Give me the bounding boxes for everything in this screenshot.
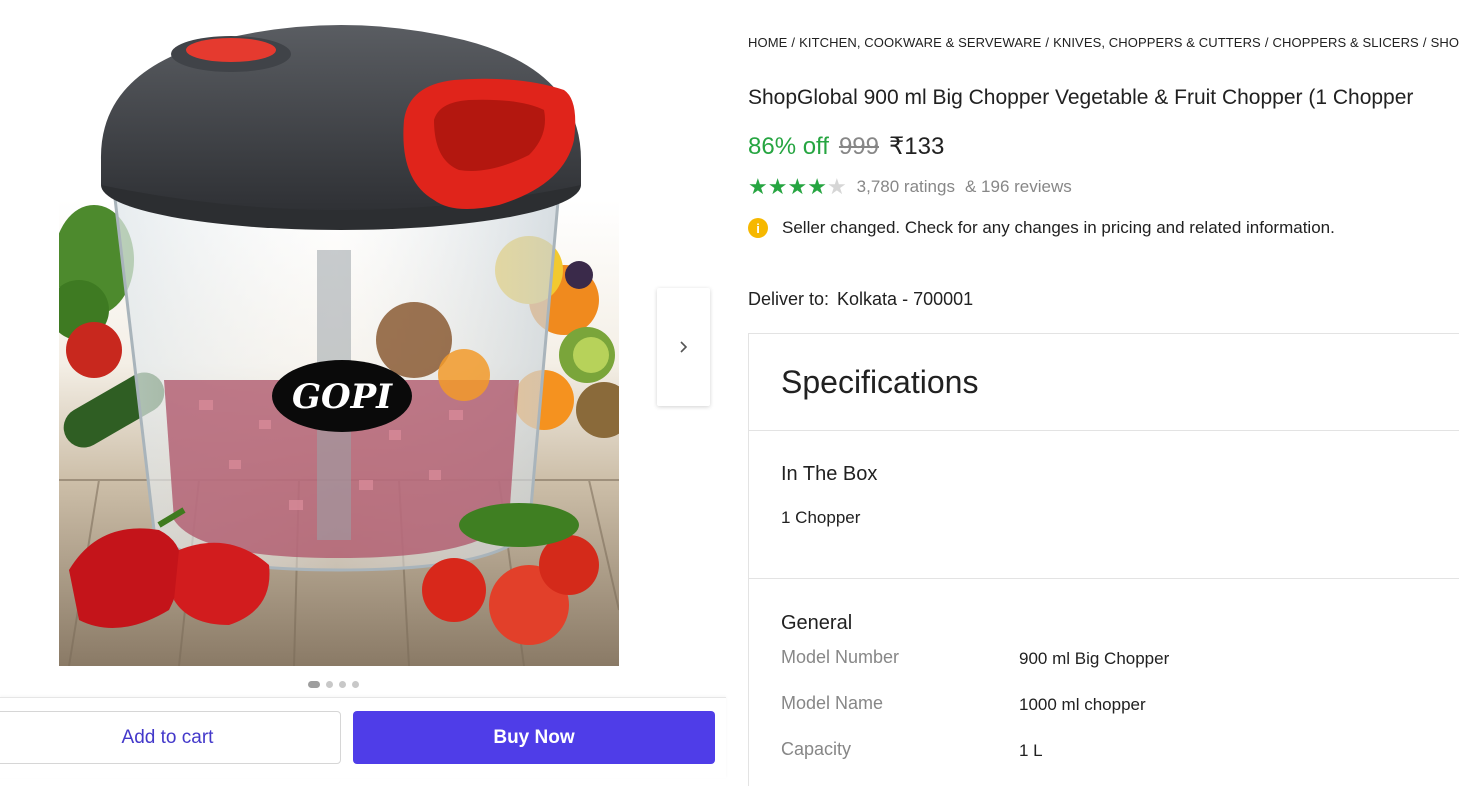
specifications-heading: Specifications — [749, 334, 1459, 431]
deliver-label: Deliver to: — [748, 289, 830, 309]
carousel-dot[interactable] — [339, 681, 346, 688]
product-image[interactable]: GOPI — [59, 10, 619, 666]
ratings-count[interactable]: 3,780 ratings — [857, 177, 955, 197]
action-bar: Add to cart Buy Now — [0, 697, 726, 778]
seller-notice: i Seller changed. Check for any changes … — [748, 218, 1335, 238]
star-empty-icon: ★ — [826, 174, 847, 199]
spec-table: Model Number 900 ml Big Chopper Model Na… — [781, 643, 1459, 781]
star-filled-icon: ★ — [807, 174, 827, 199]
spec-section-title: In The Box — [781, 463, 878, 485]
spec-key: Model Number — [781, 647, 900, 667]
spec-key: Capacity — [781, 739, 852, 759]
specifications-card: Specifications In The Box 1 Chopper Gene… — [748, 333, 1459, 786]
deliver-location-value[interactable]: Kolkata - 700001 — [837, 289, 973, 309]
carousel-dot[interactable] — [326, 681, 333, 688]
spec-row: Model Name 1000 ml chopper — [781, 689, 1459, 735]
spec-section-general: General Model Number 900 ml Big Chopper … — [749, 579, 1459, 781]
breadcrumb-knives[interactable]: KNIVES, CHOPPERS & CUTTERS — [1053, 35, 1261, 50]
breadcrumb-kitchen[interactable]: KITCHEN, COOKWARE & SERVEWARE — [799, 35, 1041, 50]
brand-logo-text: GOPI — [292, 377, 393, 417]
selling-price: ₹133 — [889, 133, 945, 160]
spec-row: Model Number 900 ml Big Chopper — [781, 643, 1459, 689]
spec-key: Model Name — [781, 693, 884, 713]
price-row: 86% off 999 ₹133 — [748, 132, 944, 161]
mrp-price: 999 — [838, 133, 879, 160]
product-title: ShopGlobal 900 ml Big Chopper Vegetable … — [748, 86, 1414, 109]
spec-value: 1 L — [1019, 741, 1043, 760]
spec-section-in-the-box: In The Box 1 Chopper — [749, 431, 1459, 579]
star-rating: ★ ★ ★ ★ ★ — [748, 176, 847, 198]
rating-row: ★ ★ ★ ★ ★ 3,780 ratings & 196 reviews — [748, 176, 1072, 198]
spec-value: 1000 ml chopper — [1019, 695, 1146, 714]
spec-value: 1 Chopper — [781, 508, 861, 527]
chevron-right-icon — [679, 341, 687, 353]
product-details: HOME / KITCHEN, COOKWARE & SERVEWARE / KNIVE… — [748, 0, 1459, 786]
breadcrumb-home[interactable]: HOME — [748, 35, 787, 50]
star-filled-icon: ★ — [748, 174, 768, 199]
next-image-button[interactable] — [657, 288, 710, 406]
notice-text: Seller changed. Check for any changes in… — [782, 218, 1335, 237]
info-icon: i — [748, 218, 768, 238]
breadcrumb: HOME / KITCHEN, COOKWARE & SERVEWARE / KNIVE… — [748, 35, 1459, 50]
spec-section-title: General — [781, 612, 853, 634]
spec-value: 900 ml Big Chopper — [1019, 649, 1170, 668]
star-filled-icon: ★ — [787, 174, 808, 199]
carousel-dots — [308, 681, 359, 688]
delivery-location[interactable]: Deliver to: Kolkata - 700001 — [748, 289, 973, 310]
reviews-count[interactable]: & 196 reviews — [965, 177, 1072, 197]
carousel-dot[interactable] — [308, 681, 320, 688]
add-to-cart-button[interactable]: Add to cart — [0, 711, 341, 764]
breadcrumb-shop[interactable]: SHOP — [1431, 35, 1459, 50]
discount-text: 86% off — [748, 133, 829, 160]
star-filled-icon: ★ — [767, 174, 788, 199]
spec-row: Capacity 1 L — [781, 735, 1459, 781]
buy-now-button[interactable]: Buy Now — [353, 711, 715, 764]
carousel-dot[interactable] — [352, 681, 359, 688]
product-gallery: GOPI Add to cart Buy Now — [0, 0, 730, 786]
breadcrumb-choppers[interactable]: CHOPPERS & SLICERS — [1273, 35, 1419, 50]
